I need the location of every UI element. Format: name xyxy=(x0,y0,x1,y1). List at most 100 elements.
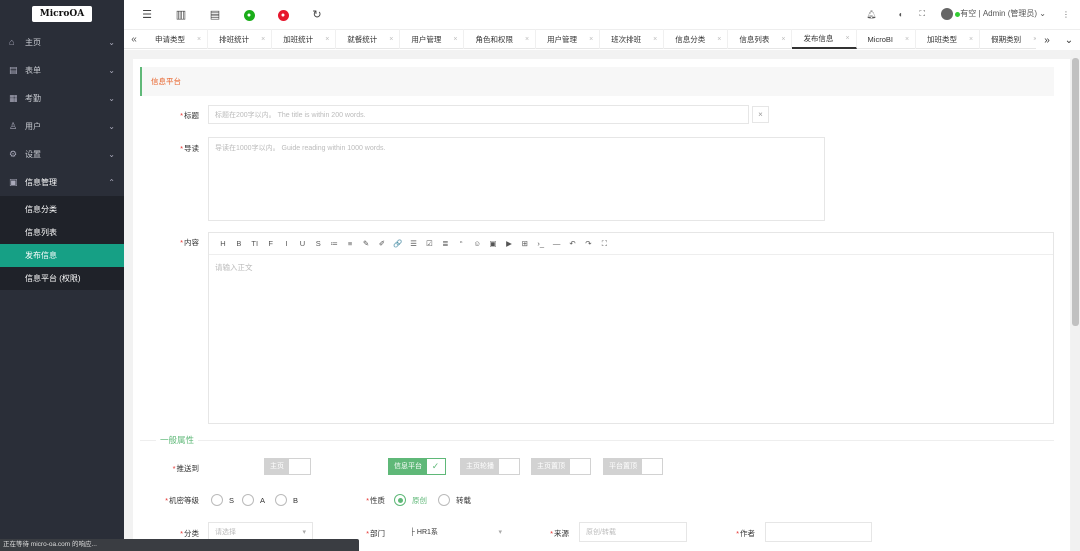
close-icon[interactable]: × xyxy=(653,36,657,43)
logo-text: MicroOA xyxy=(31,6,93,22)
close-icon[interactable]: × xyxy=(752,106,769,123)
nature-radio-original[interactable]: 原创 xyxy=(394,494,427,506)
sidebar-subitem-info-platform[interactable]: 信息平台 (权限) xyxy=(0,267,124,290)
tab-13[interactable]: 假期类别× xyxy=(980,29,1045,49)
sidebar-subitem-info-category[interactable]: 信息分类 xyxy=(0,198,124,221)
close-icon[interactable]: × xyxy=(261,36,265,43)
weibo-icon[interactable]: ● xyxy=(266,8,300,21)
source-input[interactable]: 原创/转载 xyxy=(579,522,687,542)
close-icon[interactable]: × xyxy=(525,36,529,43)
tab-scroll-left-icon[interactable]: « xyxy=(124,34,144,45)
guide-textarea[interactable]: 导读在1000字以内。 Guide reading within 1000 wo… xyxy=(208,137,825,221)
sidebar-item-info-management[interactable]: ▣ 信息管理 ⌃ xyxy=(0,168,124,196)
author-input[interactable] xyxy=(765,522,872,542)
title-input[interactable]: 标题在200字以内。 The title is within 200 words… xyxy=(208,105,749,124)
editor-tool-8-icon[interactable]: ≡ xyxy=(342,239,358,248)
editor-tool-9-icon[interactable]: ✎ xyxy=(358,239,374,248)
editor-tool-7-icon[interactable]: ≔ xyxy=(326,239,342,248)
nature-label: *性质 xyxy=(366,496,385,505)
tab-1[interactable]: 排班统计 × xyxy=(208,29,273,49)
secret-radio-b[interactable]: B xyxy=(275,494,298,506)
editor-tool-19-icon[interactable]: ⊞ xyxy=(517,239,533,248)
tab-6[interactable]: 用户管理 × xyxy=(536,29,601,49)
tab-2[interactable]: 加班统计 × xyxy=(272,29,337,49)
more-icon[interactable]: ⋮ xyxy=(1062,10,1070,19)
secret-radio-s[interactable]: S xyxy=(211,494,234,506)
editor-tool-20-icon[interactable]: ›_ xyxy=(533,239,549,248)
sidebar-item-settings[interactable]: ⚙ 设置 ⌄ xyxy=(0,140,124,168)
chevron-down-icon: ⌄ xyxy=(108,65,115,75)
editor-tool-16-icon[interactable]: ☺ xyxy=(469,239,485,248)
sidebar-item-user[interactable]: ♙ 用户 ⌄ xyxy=(0,112,124,140)
tab-9[interactable]: 信息列表 × xyxy=(728,29,793,49)
push-switch-1[interactable]: 信息平台 ✓ xyxy=(388,458,446,475)
logo[interactable]: MicroOA xyxy=(0,0,124,28)
editor-tool-2-icon[interactable]: TI xyxy=(247,239,263,248)
push-switch-4[interactable]: 平台置顶 xyxy=(603,458,663,475)
editor-tool-6-icon[interactable]: S xyxy=(310,239,326,248)
editor-tool-14-icon[interactable]: ≣ xyxy=(437,239,453,248)
sidebar-subitem-info-list[interactable]: 信息列表 xyxy=(0,221,124,244)
editor-tool-15-icon[interactable]: “ xyxy=(453,239,469,248)
close-icon[interactable]: × xyxy=(325,36,329,43)
dept-select[interactable]: ├ HR1系 ▾ xyxy=(403,522,509,542)
tab-10[interactable]: 发布信息 × xyxy=(792,29,857,49)
close-icon[interactable]: × xyxy=(717,36,721,43)
editor-tool-18-icon[interactable]: ▶ xyxy=(501,239,517,248)
editor-tool-11-icon[interactable]: 🔗 xyxy=(390,239,406,248)
editor-tool-4-icon[interactable]: I xyxy=(279,239,295,248)
close-icon[interactable]: × xyxy=(389,36,393,43)
tab-7[interactable]: 班次排班 × xyxy=(600,29,665,49)
push-switch-3[interactable]: 主页置顶 xyxy=(531,458,591,475)
editor-tool-10-icon[interactable]: ✐ xyxy=(374,239,390,248)
sidebar-subitem-publish-info[interactable]: 发布信息 xyxy=(0,244,124,267)
tab-5[interactable]: 角色和权限 × xyxy=(464,29,537,49)
secret-radio-a[interactable]: A xyxy=(242,494,265,506)
close-icon[interactable]: × xyxy=(197,36,201,43)
bell-icon[interactable]: 🔔︎ xyxy=(866,10,876,19)
tab-3[interactable]: 就餐统计 × xyxy=(336,29,401,49)
close-icon[interactable]: × xyxy=(589,36,593,43)
user-menu[interactable]: 有空 | Admin (管理员) ⌄ xyxy=(941,8,1046,20)
editor-body[interactable]: 请输入正文 xyxy=(209,255,1053,280)
close-icon[interactable]: × xyxy=(781,36,785,43)
sidebar-item-form[interactable]: ▤ 表单 ⌄ xyxy=(0,56,124,84)
tab-4[interactable]: 用户管理 × xyxy=(400,29,465,49)
nature-radio-repost[interactable]: 转载 xyxy=(438,494,471,506)
tab-12[interactable]: 加班类型 × xyxy=(916,29,981,49)
tab-scroll-right-icon[interactable]: » xyxy=(1036,35,1058,46)
refresh-icon[interactable]: ↻ xyxy=(300,8,334,21)
notes-icon[interactable]: ▤ xyxy=(198,8,232,21)
theme-icon[interactable]: ◐ xyxy=(899,10,904,19)
push-switch-2[interactable]: 主页轮播 xyxy=(460,458,520,475)
editor-tool-22-icon[interactable]: ↶ xyxy=(565,239,581,248)
sidebar-item-home[interactable]: ⌂ 主页 ⌄ xyxy=(0,28,124,56)
editor-tool-21-icon[interactable]: — xyxy=(549,239,565,248)
close-icon[interactable]: × xyxy=(905,36,909,43)
editor-tool-5-icon[interactable]: U xyxy=(294,239,310,248)
rich-text-editor[interactable]: H B TI F I U S ≔ ≡ ✎ ✐ 🔗 ☰ ☑ ≣ “☺ ▣ ▶ ⊞ ›_ — ↶ ↷ ⛶ 请输入正文 xyxy=(208,232,1054,424)
tab-8[interactable]: 信息分类 × xyxy=(664,29,729,49)
scrollbar[interactable] xyxy=(1071,50,1080,551)
menu-toggle-icon[interactable]: ☰ xyxy=(130,8,164,21)
tab-0[interactable]: 申请类型 × xyxy=(144,29,209,49)
close-icon[interactable]: × xyxy=(969,36,973,43)
close-icon[interactable]: × xyxy=(845,35,849,42)
scrollbar-thumb[interactable] xyxy=(1072,58,1079,326)
editor-tool-23-icon[interactable]: ↷ xyxy=(580,239,596,248)
sidebar-item-attendance[interactable]: ▦ 考勤 ⌄ xyxy=(0,84,124,112)
push-switch-0[interactable]: 主页 xyxy=(264,458,311,475)
editor-tool-3-icon[interactable]: F xyxy=(263,239,279,248)
close-icon[interactable]: × xyxy=(453,36,457,43)
editor-tool-0-icon[interactable]: H xyxy=(215,239,231,248)
book-icon[interactable]: ▥ xyxy=(164,8,198,21)
editor-tool-17-icon[interactable]: ▣ xyxy=(485,239,501,248)
tab-11[interactable]: MicroBI × xyxy=(857,29,917,49)
editor-tool-24-icon[interactable]: ⛶ xyxy=(596,239,612,249)
tab-menu-icon[interactable]: ⌄ xyxy=(1058,35,1080,46)
editor-tool-13-icon[interactable]: ☑ xyxy=(422,239,438,248)
fullscreen-icon[interactable]: ⛶ xyxy=(919,9,925,19)
wechat-icon[interactable]: ● xyxy=(232,8,266,21)
editor-tool-12-icon[interactable]: ☰ xyxy=(406,239,422,248)
editor-tool-1-icon[interactable]: B xyxy=(231,239,247,248)
